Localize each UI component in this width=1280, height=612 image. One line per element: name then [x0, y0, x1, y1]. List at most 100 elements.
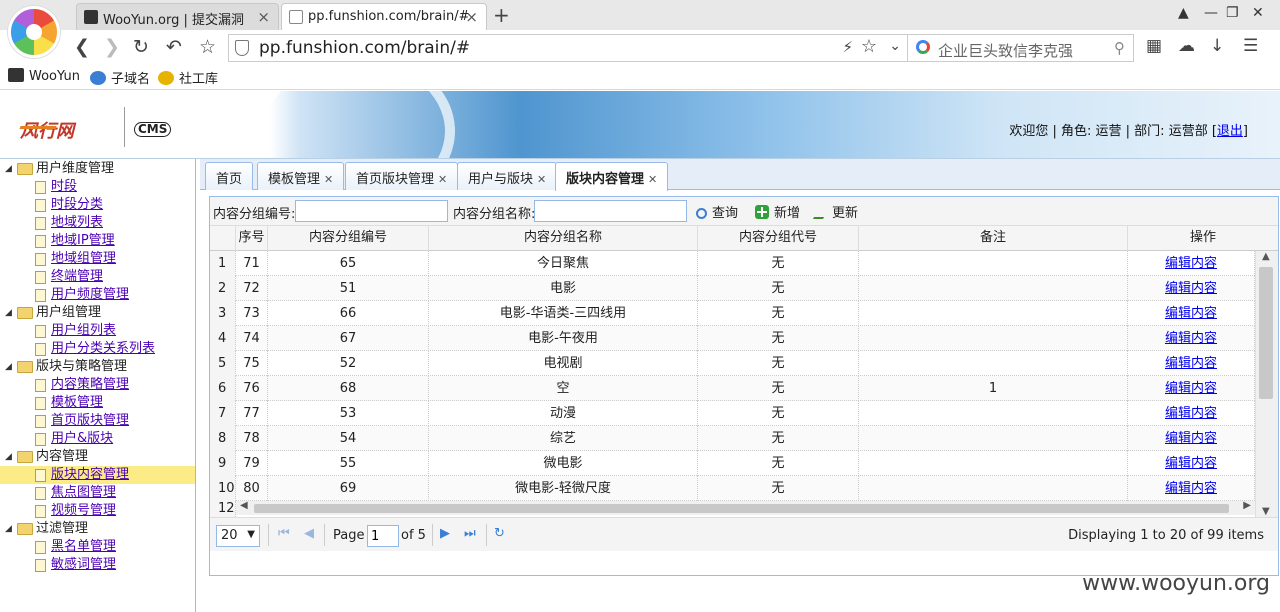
tab-template[interactable]: 模板管理 ✕ [257, 162, 345, 190]
column-header-alias[interactable]: 内容分组代号 [698, 226, 859, 251]
sidebar-item-blacklist[interactable]: 黑名单管理 [0, 538, 195, 556]
sidebar-item-label[interactable]: 模板管理 [51, 395, 103, 410]
scroll-thumb[interactable] [254, 504, 1229, 513]
tree-group-user-dimension[interactable]: ◢ 用户维度管理 [0, 160, 195, 178]
apps-grid-icon[interactable]: ▦ [1146, 36, 1162, 56]
first-page-button[interactable]: ⏮ [278, 526, 290, 541]
sidebar-item-label[interactable]: 内容策略管理 [51, 377, 129, 392]
sidebar-item-label[interactable]: 敏感词管理 [51, 557, 116, 572]
browser-tab-wooyun[interactable]: WooYun.org | 提交漏洞 × [76, 3, 279, 30]
sidebar-item-label[interactable]: 用户&版块 [51, 431, 113, 446]
scroll-right-icon[interactable]: ▶ [1243, 500, 1251, 511]
sidebar-item-template[interactable]: 模板管理 [0, 394, 195, 412]
column-header-name[interactable]: 内容分组名称 [429, 226, 698, 251]
close-icon[interactable]: ✕ [324, 173, 333, 186]
tree-group-content[interactable]: ◢ 内容管理 [0, 448, 195, 466]
logout-link[interactable]: 退出 [1217, 124, 1243, 139]
expand-arrow-icon[interactable]: ◢ [5, 358, 12, 376]
sidebar-item-user-group-list[interactable]: 用户组列表 [0, 322, 195, 340]
expand-arrow-icon[interactable]: ◢ [5, 160, 12, 178]
new-tab-button[interactable]: + [493, 3, 510, 27]
sidebar-item-label[interactable]: 黑名单管理 [51, 539, 116, 554]
sidebar-item-label[interactable]: 地域列表 [51, 215, 103, 230]
sidebar-item-user-category-relation[interactable]: 用户分类关系列表 [0, 340, 195, 358]
bookmark-wooyun[interactable]: WooYun [8, 68, 80, 84]
close-icon[interactable]: ✕ [648, 173, 657, 186]
sidebar-item-region-group[interactable]: 地域组管理 [0, 250, 195, 268]
scroll-down-icon[interactable]: ▼ [1262, 506, 1270, 517]
sidebar-item-content-strategy[interactable]: 内容策略管理 [0, 376, 195, 394]
sidebar-item-user-block[interactable]: 用户&版块 [0, 430, 195, 448]
column-header-code[interactable]: 内容分组编号 [268, 226, 429, 251]
sidebar-item-label[interactable]: 首页版块管理 [51, 413, 129, 428]
favorites-star-icon[interactable]: ☆ [199, 36, 216, 58]
sidebar-item-time-slot[interactable]: 时段 [0, 178, 195, 196]
back-button[interactable]: ❮ [74, 36, 90, 58]
table-row[interactable]: 1 71 65 今日聚焦无 编辑内容 [210, 251, 1255, 276]
tab-user-block[interactable]: 用户与版块 ✕ [457, 162, 558, 190]
sidebar-item-block-content[interactable]: 版块内容管理 [0, 466, 195, 484]
sidebar-item-label[interactable]: 视频号管理 [51, 503, 116, 518]
query-button[interactable]: 查询 [696, 202, 738, 221]
page-size-select[interactable]: 20 ▼ [216, 525, 260, 547]
close-icon[interactable]: ✕ [537, 173, 546, 186]
page-number-input[interactable] [367, 525, 399, 547]
tab-home[interactable]: 首页 [205, 162, 254, 190]
bookmark-subdomain[interactable]: 子域名 [90, 68, 150, 87]
bookmark-social[interactable]: 社工库 [158, 68, 218, 87]
edit-content-link[interactable]: 编辑内容 [1165, 256, 1217, 271]
horizontal-scrollbar[interactable]: ◀ ▶ [236, 500, 1255, 515]
close-icon[interactable]: ✕ [438, 173, 447, 186]
sidebar-item-video-account[interactable]: 视频号管理 [0, 502, 195, 520]
code-filter-input[interactable] [295, 200, 448, 222]
edit-content-link[interactable]: 编辑内容 [1165, 306, 1217, 321]
scroll-up-icon[interactable]: ▲ [1262, 251, 1270, 262]
sidebar-item-label[interactable]: 版块内容管理 [51, 467, 129, 482]
table-row[interactable]: 2 72 51 电影无 编辑内容 [210, 276, 1255, 301]
table-row[interactable]: 5 75 52 电视剧无 编辑内容 [210, 351, 1255, 376]
edit-content-link[interactable]: 编辑内容 [1165, 381, 1217, 396]
sidebar-item-focus-image[interactable]: 焦点图管理 [0, 484, 195, 502]
close-tab-icon[interactable]: × [465, 8, 478, 26]
chevron-down-icon[interactable]: ⌄ [889, 38, 901, 54]
menu-icon[interactable]: ☰ [1243, 36, 1258, 56]
sidebar-item-user-frequency[interactable]: 用户频度管理 [0, 286, 195, 304]
tab-block-content[interactable]: 版块内容管理 ✕ [555, 162, 669, 191]
undo-button[interactable]: ↶ [166, 36, 182, 58]
vertical-scrollbar[interactable]: ▲ ▼ [1255, 251, 1278, 520]
edit-content-link[interactable]: 编辑内容 [1165, 356, 1217, 371]
add-button[interactable]: 新增 [755, 202, 800, 221]
sidebar-item-homepage-block[interactable]: 首页版块管理 [0, 412, 195, 430]
address-bar[interactable]: pp.funshion.com/brain/# ⚡ ☆ ⌄ [228, 34, 908, 62]
sidebar-item-label[interactable]: 用户组列表 [51, 323, 116, 338]
refresh-icon[interactable]: ↻ [494, 526, 505, 541]
shirt-icon[interactable]: ▲ [1178, 5, 1189, 21]
table-row[interactable]: 9 79 55 微电影无 编辑内容 [210, 451, 1255, 476]
edit-content-link[interactable]: 编辑内容 [1165, 406, 1217, 421]
name-filter-input[interactable] [534, 200, 687, 222]
search-icon[interactable]: ⚲ [1114, 39, 1125, 57]
prev-page-button[interactable]: ◀ [304, 526, 314, 541]
sidebar-item-region-list[interactable]: 地域列表 [0, 214, 195, 232]
sidebar-item-time-slot-category[interactable]: 时段分类 [0, 196, 195, 214]
sidebar-item-label[interactable]: 焦点图管理 [51, 485, 116, 500]
expand-arrow-icon[interactable]: ◢ [5, 520, 12, 538]
column-header-action[interactable]: 操作 [1128, 226, 1278, 251]
expand-arrow-icon[interactable]: ◢ [5, 304, 12, 322]
sidebar-item-label[interactable]: 用户分类关系列表 [51, 341, 155, 356]
edit-content-link[interactable]: 编辑内容 [1165, 431, 1217, 446]
next-page-button[interactable]: ▶ [440, 526, 450, 541]
sidebar-item-sensitive-words[interactable]: 敏感词管理 [0, 556, 195, 574]
tab-homepage-block[interactable]: 首页版块管理 ✕ [345, 162, 459, 190]
scroll-thumb[interactable] [1259, 267, 1273, 399]
forward-button[interactable]: ❯ [104, 36, 120, 58]
sidebar-item-label[interactable]: 地域组管理 [51, 251, 116, 266]
table-row[interactable]: 10 80 69 微电影-轻微尺度无 编辑内容 [210, 476, 1255, 501]
table-row[interactable]: 8 78 54 综艺无 编辑内容 [210, 426, 1255, 451]
reload-button[interactable]: ↻ [133, 36, 149, 58]
table-row[interactable]: 4 74 67 电影-午夜用无 编辑内容 [210, 326, 1255, 351]
search-box[interactable]: 企业巨头致信李克强 ⚲ [908, 34, 1134, 62]
browser-logo-icon[interactable] [8, 6, 60, 58]
lightning-icon[interactable]: ⚡ [842, 38, 853, 56]
table-row[interactable]: 6 76 68 空无 1 编辑内容 [210, 376, 1255, 401]
